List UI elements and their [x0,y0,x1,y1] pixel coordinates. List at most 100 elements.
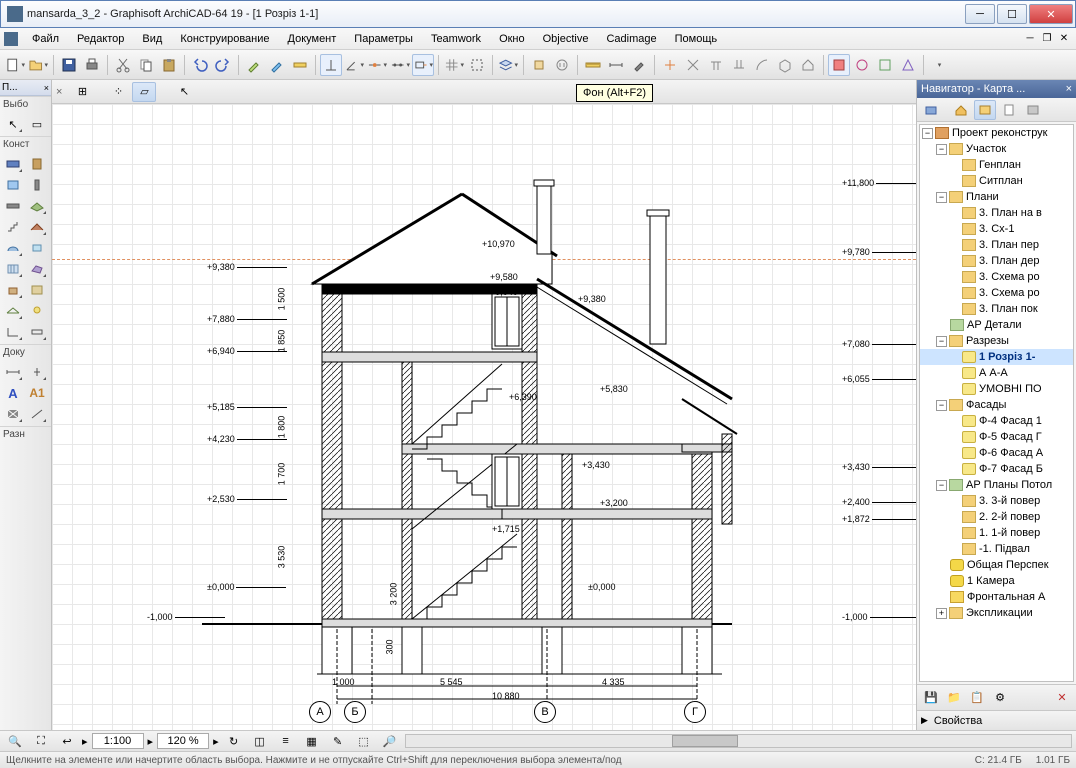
reno-icon[interactable]: ⬚ [353,730,375,752]
box-icon[interactable] [774,54,796,76]
navigator-close[interactable]: × [1066,83,1072,95]
nav-save-icon[interactable]: 💾 [920,688,942,708]
minimize-button[interactable]: ─ [965,4,995,24]
nav-clone-icon[interactable]: 📋 [966,688,988,708]
nav-tab-viewmap[interactable] [974,100,996,120]
snap-ext-icon[interactable]: ▾ [412,54,434,76]
menu-window[interactable]: Окно [491,30,533,48]
zoom-prev-icon[interactable]: ↩ [56,730,78,752]
redo-icon[interactable] [212,54,234,76]
menu-objective[interactable]: Objective [535,30,597,48]
renov-exist-icon[interactable] [897,54,919,76]
snap-div-icon[interactable]: ▾ [389,54,411,76]
scale-input[interactable] [92,733,144,749]
save-icon[interactable] [58,54,80,76]
toolbox-close[interactable]: × [44,83,49,93]
window-tool[interactable] [2,175,24,195]
nav-tab-project[interactable] [920,100,942,120]
curtain-tool[interactable] [2,259,24,279]
arrow-cursor-icon[interactable]: ↖ [172,82,196,102]
print-icon[interactable] [81,54,103,76]
stair-tool[interactable] [2,217,24,237]
fill-tool[interactable] [2,404,24,424]
dim-icon[interactable] [605,54,627,76]
renov-new-icon[interactable] [851,54,873,76]
copy-icon[interactable] [135,54,157,76]
shell-tool[interactable] [2,238,24,258]
inject-icon[interactable] [266,54,288,76]
door-tool[interactable] [26,154,48,174]
beam-tool[interactable] [2,196,24,216]
snapbar-close[interactable]: × [56,86,62,98]
mesh-tool[interactable] [2,301,24,321]
snap-angle-icon[interactable]: ▾ [343,54,365,76]
close-button[interactable]: ✕ [1029,4,1073,24]
zoom-input[interactable] [157,733,209,749]
menu-document[interactable]: Документ [280,30,345,48]
pick-icon[interactable] [243,54,265,76]
renov-filter-icon[interactable] [828,54,850,76]
home-icon[interactable] [797,54,819,76]
trace-icon[interactable] [528,54,550,76]
menu-parameters[interactable]: Параметры [346,30,421,48]
zone-tool[interactable] [26,280,48,300]
snap-grid-icon[interactable]: ⊞ [70,82,94,102]
suspend-icon[interactable] [551,54,573,76]
intersect-icon[interactable] [682,54,704,76]
object-tool[interactable] [2,280,24,300]
nav-settings-icon[interactable]: ⚙ [989,688,1011,708]
nav-tab-home[interactable] [950,100,972,120]
properties-header[interactable]: ▶Свойства [917,710,1076,730]
snap-guide-icon[interactable]: ▱ [132,82,156,102]
expand-icon[interactable]: − [922,128,933,139]
mdi-close[interactable]: ✕ [1056,32,1072,46]
open-icon[interactable]: ▾ [27,54,49,76]
navigator-tree[interactable]: −Проект реконструк −Участок Генплан Ситп… [919,124,1074,682]
mdi-minimize[interactable]: ─ [1022,32,1038,46]
nav-tab-layout[interactable] [998,100,1020,120]
layer-icon[interactable]: ▾ [497,54,519,76]
ruler-icon[interactable] [582,54,604,76]
adjust2-icon[interactable] [751,54,773,76]
roof-tool[interactable] [26,217,48,237]
menu-construction[interactable]: Конструирование [172,30,277,48]
new-icon[interactable]: ▾ [4,54,26,76]
paste-icon[interactable] [158,54,180,76]
mdi-restore[interactable]: ❐ [1039,32,1055,46]
menu-help[interactable]: Помощь [667,30,726,48]
tools-icon[interactable] [628,54,650,76]
measure-icon[interactable] [289,54,311,76]
trim-top-icon[interactable] [705,54,727,76]
menu-cadimage[interactable]: Cadimage [598,30,664,48]
snap-perp-icon[interactable] [320,54,342,76]
skylight-tool[interactable] [26,238,48,258]
grid-icon[interactable]: ▾ [443,54,465,76]
pen-icon[interactable]: ✎ [327,730,349,752]
text-tool[interactable]: A [2,383,24,403]
dimension-tool[interactable] [2,362,24,382]
menu-view[interactable]: Вид [134,30,170,48]
menu-teamwork[interactable]: Teamwork [423,30,489,48]
wall-end-tool[interactable] [26,322,48,342]
h-scrollbar[interactable] [405,734,1072,748]
level-tool[interactable] [26,362,48,382]
zoom-fit-icon[interactable]: ⛶ [30,730,52,752]
menu-editor[interactable]: Редактор [69,30,132,48]
snap-dots-icon[interactable]: ⁘ [106,82,130,102]
renov-demo-icon[interactable] [874,54,896,76]
label-tool[interactable]: A1 [26,383,48,403]
column-tool[interactable] [26,175,48,195]
maximize-button[interactable]: ☐ [997,4,1027,24]
model-icon[interactable]: ▦ [301,730,323,752]
menu-file[interactable]: Файл [24,30,67,48]
more-icon[interactable]: ▾ [928,54,950,76]
layers-icon[interactable]: ≡ [275,730,297,752]
nav-newfolder-icon[interactable]: 📁 [943,688,965,708]
nav-tab-publisher[interactable] [1022,100,1044,120]
corner-tool[interactable] [2,322,24,342]
arrow-tool[interactable]: ↖ [2,114,24,134]
cut-icon[interactable] [112,54,134,76]
zoom-window-icon[interactable]: 🔍 [4,730,26,752]
drawing-canvas[interactable]: +9,380 +7,880 +6,940 +5,185 +4,230 +2,53… [52,104,916,730]
find-icon[interactable]: 🔎 [379,730,401,752]
